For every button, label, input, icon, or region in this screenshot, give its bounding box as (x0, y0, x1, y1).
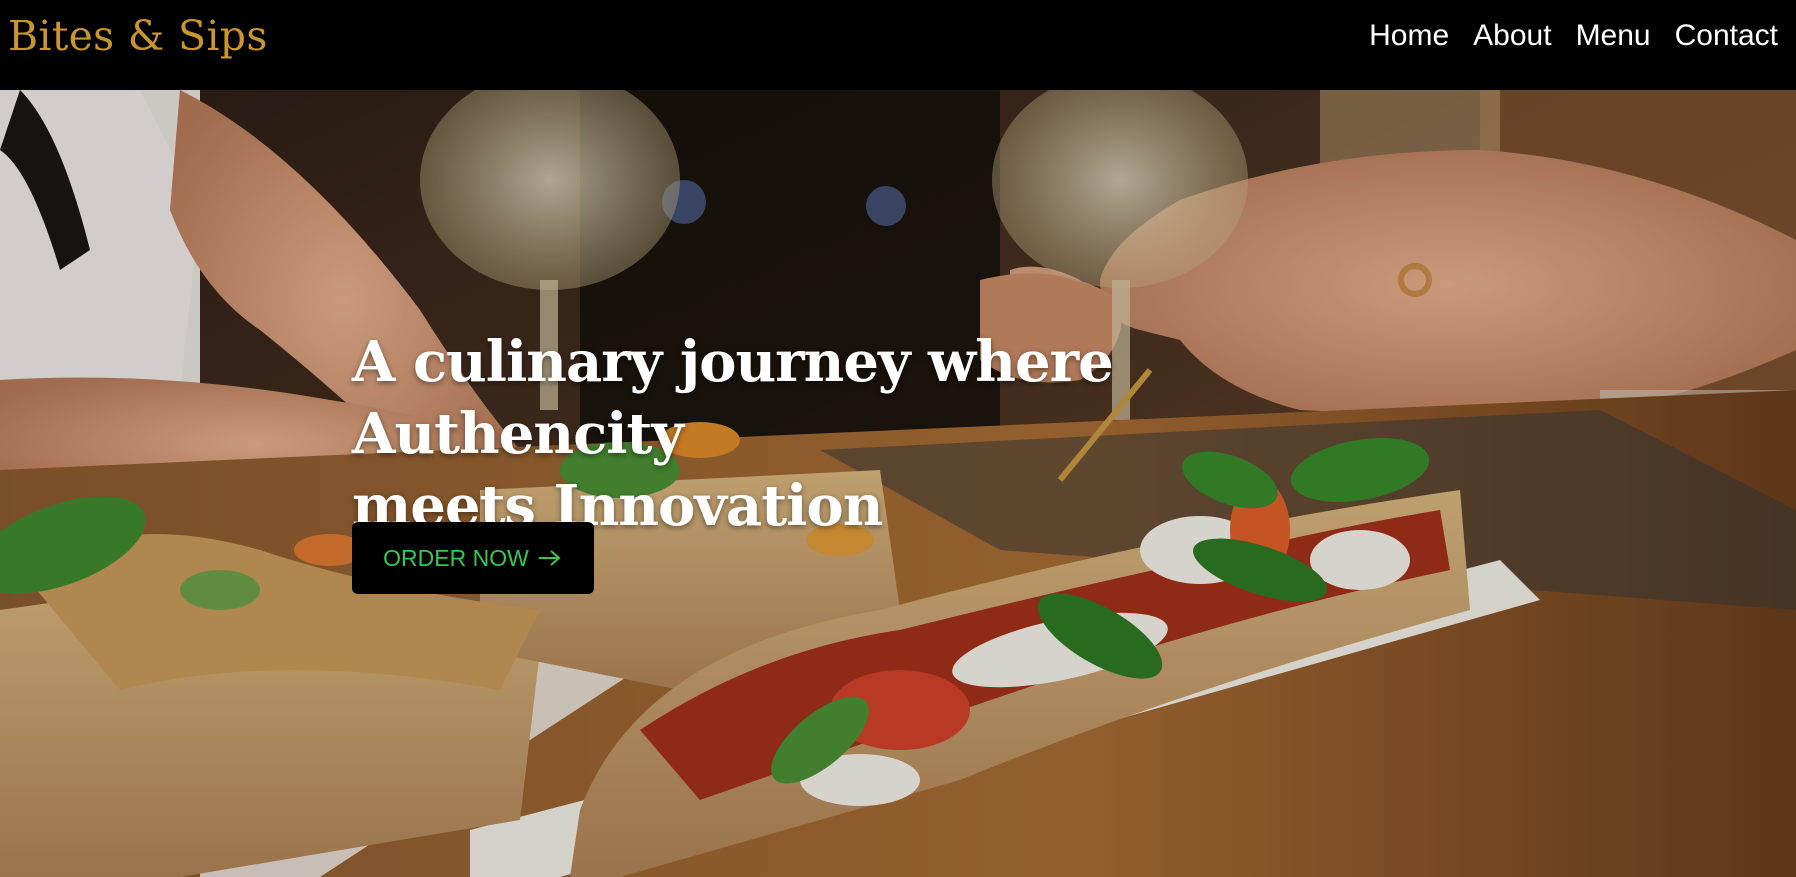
hero-title: A culinary journey where Authencity meet… (352, 326, 1452, 542)
navbar: Bites & Sips Home About Menu Contact (0, 0, 1796, 90)
order-now-label: ORDER NOW (383, 544, 529, 571)
order-now-button[interactable]: ORDER NOW (352, 522, 594, 594)
nav-menu: Home About Menu Contact (1369, 18, 1778, 54)
arrow-right-icon (538, 550, 561, 566)
hero-content: A culinary journey where Authencity meet… (352, 326, 1452, 542)
nav-link-home[interactable]: Home (1369, 18, 1449, 54)
hero-title-line-1: A culinary journey where Authencity (352, 329, 1114, 467)
brand-logo[interactable]: Bites & Sips (8, 10, 268, 62)
nav-link-about[interactable]: About (1473, 18, 1551, 54)
nav-link-contact[interactable]: Contact (1675, 18, 1778, 54)
nav-link-menu[interactable]: Menu (1576, 18, 1651, 54)
hero-section: A culinary journey where Authencity meet… (0, 90, 1796, 877)
